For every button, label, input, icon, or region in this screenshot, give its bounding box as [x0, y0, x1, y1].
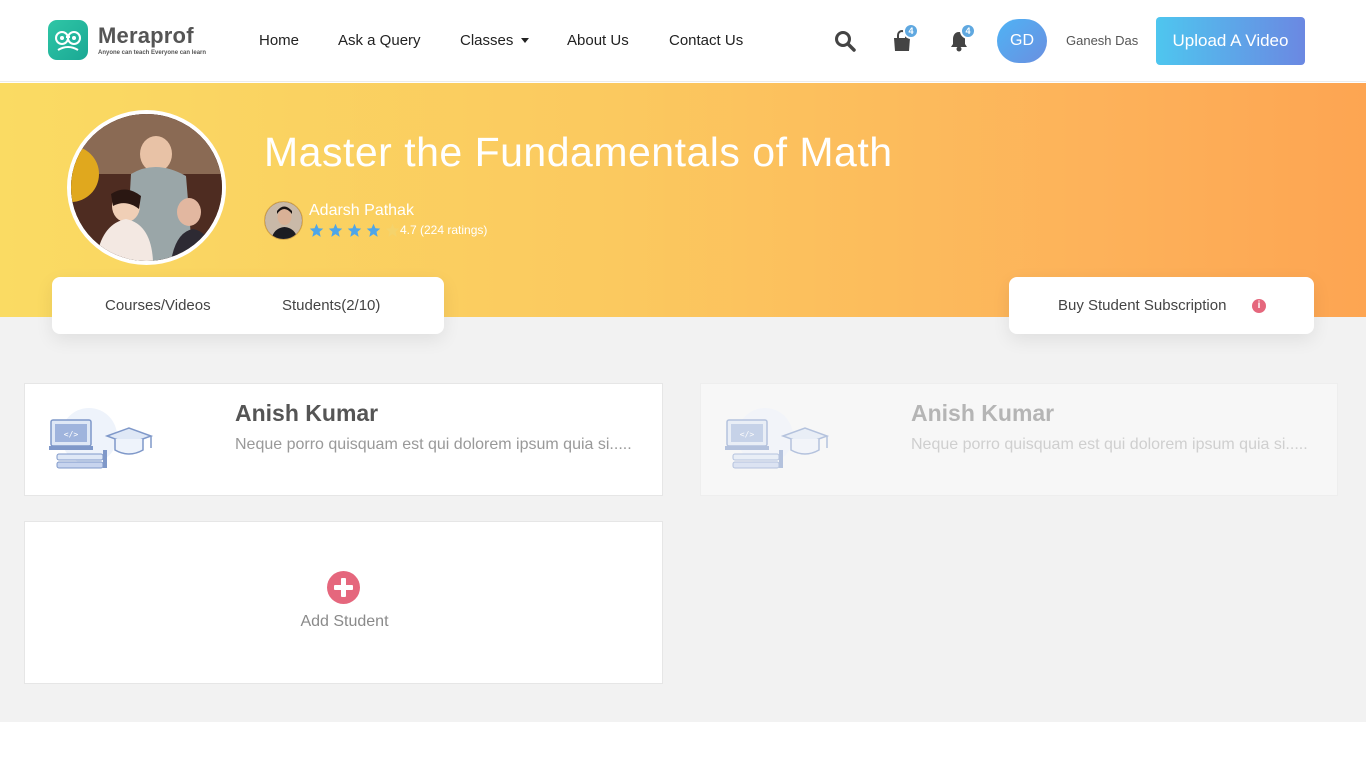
- add-student-label: Add Student: [300, 613, 389, 630]
- user-name[interactable]: Ganesh Das: [1066, 33, 1138, 48]
- buy-subscription-label: Buy Student Subscription: [1058, 297, 1227, 314]
- tab-students[interactable]: Students(2/10): [282, 297, 380, 314]
- student-name: Anish Kumar: [235, 400, 379, 426]
- buy-subscription-button[interactable]: Buy Student Subscription i: [1009, 277, 1314, 334]
- star-full-icon: [366, 223, 381, 237]
- student-card[interactable]: </> Anish Kumar Neque porro quisquam est…: [700, 383, 1338, 496]
- nav-contact[interactable]: Contact Us: [669, 32, 743, 49]
- star-full-icon: [347, 223, 362, 237]
- nav-home[interactable]: Home: [259, 32, 299, 49]
- student-description: Neque porro quisquam est qui dolorem ips…: [235, 436, 632, 453]
- notification-count-badge: 4: [960, 23, 976, 39]
- course-title: Master the Fundamentals of Math: [264, 129, 893, 175]
- nav-about[interactable]: About Us: [567, 32, 629, 49]
- star-full-icon: [328, 223, 343, 237]
- students-section: </> Anish Kumar Neque porro quisquam est…: [0, 317, 1366, 722]
- cart-button[interactable]: 4: [891, 23, 919, 57]
- student-name: Anish Kumar: [911, 400, 1055, 426]
- instructor-name[interactable]: Adarsh Pathak: [309, 202, 414, 220]
- svg-text:</>: </>: [740, 430, 755, 439]
- cart-count-badge: 4: [903, 23, 919, 39]
- user-avatar[interactable]: GD: [997, 19, 1047, 63]
- star-empty-icon: [385, 223, 400, 237]
- tab-courses-videos[interactable]: Courses/Videos: [105, 297, 211, 314]
- star-full-icon: [309, 223, 324, 237]
- search-icon[interactable]: [834, 30, 856, 57]
- brand-tagline: Anyone can teach Everyone can learn: [98, 49, 207, 56]
- add-student-button[interactable]: Add Student: [24, 521, 663, 684]
- nav-classes-label: Classes: [460, 32, 514, 49]
- student-card[interactable]: </> Anish Kumar Neque porro quisquam est…: [24, 383, 663, 496]
- chevron-down-icon: [521, 38, 530, 43]
- profile-tabs: Courses/Videos Students(2/10): [52, 277, 444, 334]
- rating-stars: [309, 223, 404, 238]
- info-icon[interactable]: i: [1252, 299, 1266, 313]
- top-navbar: Meraprof Anyone can teach Everyone can l…: [0, 0, 1366, 82]
- student-description: Neque porro quisquam est qui dolorem ips…: [911, 436, 1308, 453]
- notifications-button[interactable]: 4: [948, 23, 976, 57]
- upload-video-button[interactable]: Upload A Video: [1156, 17, 1305, 65]
- student-illustration-icon: </>: [49, 408, 154, 469]
- nav-ask-query[interactable]: Ask a Query: [338, 32, 421, 49]
- brand-name: Meraprof: [98, 22, 194, 48]
- rating-summary: 4.7 (224 ratings): [400, 223, 488, 237]
- logo-icon: [48, 20, 88, 60]
- instructor-avatar[interactable]: [264, 201, 303, 240]
- svg-text:</>: </>: [64, 430, 79, 439]
- student-illustration-icon: </>: [725, 408, 830, 469]
- nav-classes-dropdown[interactable]: Classes: [460, 32, 530, 49]
- brand-logo[interactable]: Meraprof Anyone can teach Everyone can l…: [48, 20, 206, 60]
- plus-circle-icon: [327, 571, 360, 604]
- course-cover-image: [67, 110, 226, 265]
